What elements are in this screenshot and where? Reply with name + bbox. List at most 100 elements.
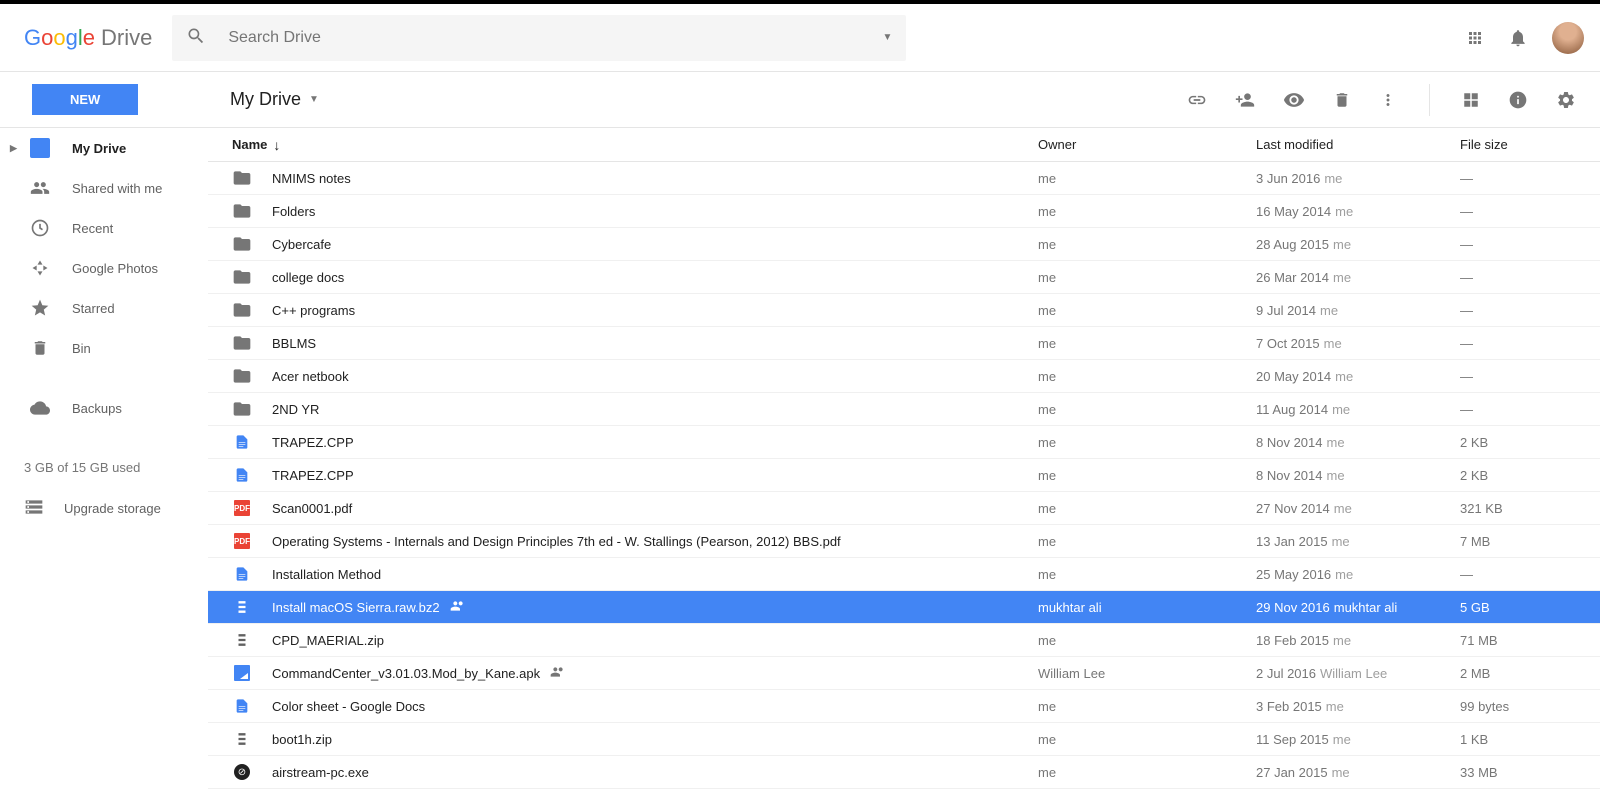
link-icon[interactable] (1187, 90, 1207, 110)
file-name: college docs (272, 270, 1038, 285)
file-name: Cybercafe (272, 237, 1038, 252)
table-row[interactable]: TRAPEZ.CPPme8 Nov 2014me2 KB (208, 426, 1600, 459)
logo[interactable]: Google Drive (24, 25, 152, 51)
file-modified: 2 Jul 2016William Lee (1256, 666, 1460, 681)
file-type-icon (232, 267, 252, 287)
sidebar-item-bin[interactable]: Bin (0, 328, 208, 368)
file-size: 2 MB (1460, 666, 1600, 681)
table-row[interactable]: Acer netbookme20 May 2014me— (208, 360, 1600, 393)
table-row[interactable]: Cybercafeme28 Aug 2015me— (208, 228, 1600, 261)
search-box[interactable]: ▼ (172, 15, 906, 61)
file-type-icon: PDF (232, 531, 252, 551)
table-row[interactable]: NMIMS notesme3 Jun 2016me— (208, 162, 1600, 195)
file-owner: me (1038, 501, 1256, 516)
search-dropdown-icon[interactable]: ▼ (882, 32, 892, 43)
expand-icon[interactable]: ▶ (10, 143, 17, 154)
table-row[interactable]: C++ programsme9 Jul 2014me— (208, 294, 1600, 327)
info-icon[interactable] (1508, 90, 1528, 110)
shared-icon (450, 598, 466, 617)
new-button[interactable]: NEW (32, 84, 138, 115)
search-input[interactable] (228, 29, 882, 47)
sidebar: ▶ My Drive Shared with me Recent Google … (0, 128, 208, 789)
table-row[interactable]: college docsme26 Mar 2014me— (208, 261, 1600, 294)
file-type-icon (232, 201, 252, 221)
table-row[interactable]: Foldersme16 May 2014me— (208, 195, 1600, 228)
sidebar-item-backups[interactable]: Backups (0, 388, 208, 428)
column-owner[interactable]: Owner (1038, 137, 1256, 152)
table-row[interactable]: BBLMSme7 Oct 2015me— (208, 327, 1600, 360)
file-name: CommandCenter_v3.01.03.Mod_by_Kane.apk (272, 664, 1038, 683)
more-icon[interactable] (1379, 91, 1397, 109)
column-modified[interactable]: Last modified (1256, 137, 1460, 152)
table-row[interactable]: CPD_MAERIAL.zipme18 Feb 2015me71 MB (208, 624, 1600, 657)
file-modified: 11 Aug 2014me (1256, 402, 1460, 417)
file-modified: 11 Sep 2015me (1256, 732, 1460, 747)
file-size: 71 MB (1460, 633, 1600, 648)
file-name: 2ND YR (272, 402, 1038, 417)
table-row[interactable]: Installation Methodme25 May 2016me— (208, 558, 1600, 591)
file-size: 7 MB (1460, 534, 1600, 549)
column-size[interactable]: File size (1460, 137, 1600, 152)
avatar[interactable] (1552, 22, 1584, 54)
file-type-icon: ⊘ (232, 762, 252, 782)
shared-icon (550, 664, 566, 683)
file-size: 33 MB (1460, 765, 1600, 780)
upgrade-storage[interactable]: Upgrade storage (0, 487, 208, 530)
sidebar-item-my-drive[interactable]: ▶ My Drive (0, 128, 208, 168)
table-row[interactable]: boot1h.zipme11 Sep 2015me1 KB (208, 723, 1600, 756)
file-name: C++ programs (272, 303, 1038, 318)
file-name: Folders (272, 204, 1038, 219)
table-row[interactable]: CommandCenter_v3.01.03.Mod_by_Kane.apkWi… (208, 657, 1600, 690)
breadcrumb[interactable]: My Drive ▼ (230, 89, 319, 110)
settings-icon[interactable] (1556, 90, 1576, 110)
file-type-icon (232, 564, 252, 584)
file-modified: 3 Feb 2015me (1256, 699, 1460, 714)
preview-icon[interactable] (1283, 89, 1305, 111)
header: Google Drive ▼ (0, 4, 1600, 72)
file-owner: me (1038, 468, 1256, 483)
file-modified: 26 Mar 2014me (1256, 270, 1460, 285)
share-icon[interactable] (1235, 90, 1255, 110)
sidebar-item-shared[interactable]: Shared with me (0, 168, 208, 208)
file-owner: me (1038, 303, 1256, 318)
grid-view-icon[interactable] (1462, 91, 1480, 109)
file-modified: 8 Nov 2014me (1256, 435, 1460, 450)
drive-icon (30, 138, 50, 158)
file-modified: 3 Jun 2016me (1256, 171, 1460, 186)
notifications-icon[interactable] (1508, 28, 1528, 48)
clock-icon (30, 218, 50, 238)
file-name: TRAPEZ.CPP (272, 435, 1038, 450)
file-type-icon (232, 630, 252, 650)
table-row[interactable]: PDFScan0001.pdfme27 Nov 2014me321 KB (208, 492, 1600, 525)
file-type-icon (232, 399, 252, 419)
file-size: — (1460, 204, 1600, 219)
photos-icon (30, 258, 50, 278)
apps-icon[interactable] (1466, 29, 1484, 47)
file-owner: me (1038, 270, 1256, 285)
table-row[interactable]: Install macOS Sierra.raw.bz2mukhtar ali2… (208, 591, 1600, 624)
table-row[interactable]: TRAPEZ.CPPme8 Nov 2014me2 KB (208, 459, 1600, 492)
table-row[interactable]: ⊘airstream-pc.exeme27 Jan 2015me33 MB (208, 756, 1600, 789)
cloud-icon (30, 398, 50, 418)
file-modified: 27 Jan 2015me (1256, 765, 1460, 780)
column-name[interactable]: Name ↓ (232, 137, 1038, 153)
file-owner: me (1038, 336, 1256, 351)
file-modified: 29 Nov 2016mukhtar ali (1256, 600, 1460, 615)
sidebar-item-recent[interactable]: Recent (0, 208, 208, 248)
file-type-icon (232, 729, 252, 749)
file-size: — (1460, 567, 1600, 582)
sidebar-item-photos[interactable]: Google Photos (0, 248, 208, 288)
table-row[interactable]: 2ND YRme11 Aug 2014me— (208, 393, 1600, 426)
file-modified: 28 Aug 2015me (1256, 237, 1460, 252)
file-modified: 27 Nov 2014me (1256, 501, 1460, 516)
chevron-down-icon: ▼ (309, 94, 319, 105)
table-row[interactable]: PDFOperating Systems - Internals and Des… (208, 525, 1600, 558)
file-owner: me (1038, 402, 1256, 417)
file-size: — (1460, 336, 1600, 351)
delete-icon[interactable] (1333, 91, 1351, 109)
file-size: — (1460, 303, 1600, 318)
file-owner: William Lee (1038, 666, 1256, 681)
file-modified: 25 May 2016me (1256, 567, 1460, 582)
sidebar-item-starred[interactable]: Starred (0, 288, 208, 328)
table-row[interactable]: Color sheet - Google Docsme3 Feb 2015me9… (208, 690, 1600, 723)
